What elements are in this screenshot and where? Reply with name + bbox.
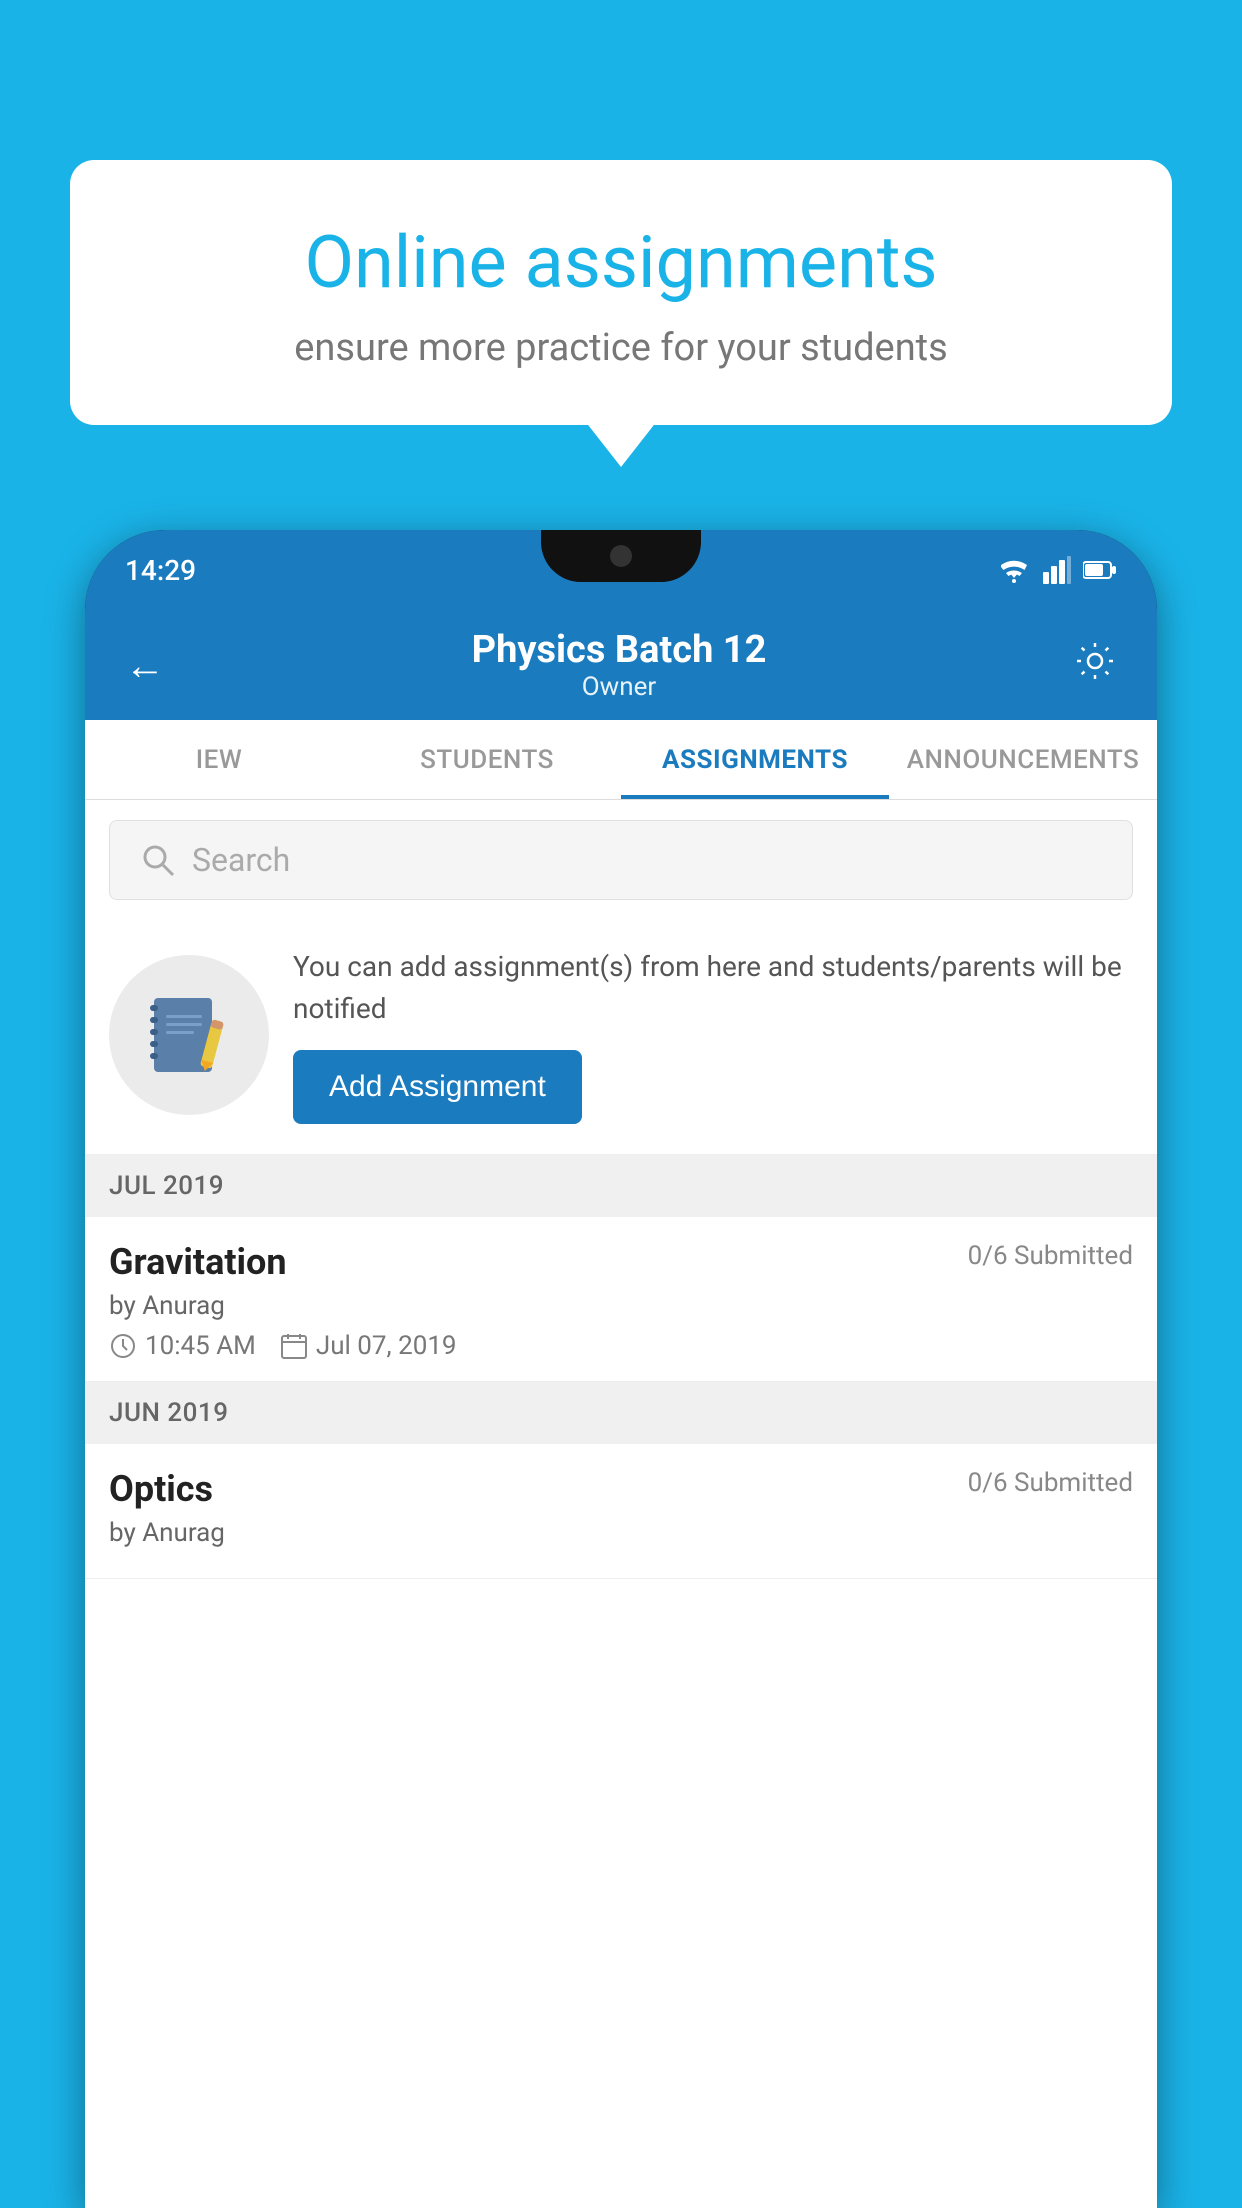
clock-icon: [109, 1332, 137, 1360]
assignment-submitted: 0/6 Submitted: [968, 1241, 1133, 1271]
search-placeholder: Search: [192, 841, 290, 879]
assignment-meta: 10:45 AM Jul 07, 2019: [109, 1331, 1133, 1361]
status-bar: 14:29: [85, 530, 1157, 610]
status-time: 14:29: [125, 554, 196, 587]
assignment-item-gravitation[interactable]: Gravitation 0/6 Submitted by Anurag 10:4…: [85, 1217, 1157, 1382]
search-bar[interactable]: Search: [109, 820, 1133, 900]
tab-iew[interactable]: IEW: [85, 720, 353, 799]
month-header-jul: JUL 2019: [85, 1155, 1157, 1217]
assignment-promo: You can add assignment(s) from here and …: [85, 916, 1157, 1155]
tab-bar: IEW STUDENTS ASSIGNMENTS ANNOUNCEMENTS: [85, 720, 1157, 800]
assignment-item-header-optics: Optics 0/6 Submitted: [109, 1468, 1133, 1510]
app-bar: ← Physics Batch 12 Owner: [85, 610, 1157, 720]
speech-bubble-container: Online assignments ensure more practice …: [70, 160, 1172, 425]
month-header-jun: JUN 2019: [85, 1382, 1157, 1444]
assignment-item-header: Gravitation 0/6 Submitted: [109, 1241, 1133, 1283]
phone-inner: ← Physics Batch 12 Owner IEW STUDENTS AS…: [85, 610, 1157, 2208]
content-area: Search: [85, 800, 1157, 2208]
phone-mockup: 14:29 ←: [85, 530, 1157, 2208]
assignment-item-optics[interactable]: Optics 0/6 Submitted by Anurag: [85, 1444, 1157, 1579]
status-icons: [997, 556, 1117, 584]
assignment-name: Gravitation: [109, 1241, 287, 1283]
promo-content: You can add assignment(s) from here and …: [293, 946, 1133, 1124]
app-bar-subtitle: Owner: [175, 672, 1063, 702]
tab-assignments[interactable]: ASSIGNMENTS: [621, 720, 889, 799]
assignment-by-optics: by Anurag: [109, 1518, 1133, 1548]
promo-text: You can add assignment(s) from here and …: [293, 946, 1133, 1030]
back-button[interactable]: ←: [115, 632, 175, 699]
assignment-time: 10:45 AM: [109, 1331, 256, 1361]
wifi-icon: [997, 556, 1031, 584]
phone-notch: [541, 530, 701, 582]
settings-button[interactable]: [1063, 629, 1127, 702]
gear-icon: [1073, 639, 1117, 683]
search-container: Search: [85, 800, 1157, 916]
add-assignment-button[interactable]: Add Assignment: [293, 1050, 582, 1124]
speech-bubble: Online assignments ensure more practice …: [70, 160, 1172, 425]
promo-icon-circle: [109, 955, 269, 1115]
app-bar-title: Physics Batch 12: [175, 628, 1063, 672]
assignment-date: Jul 07, 2019: [280, 1331, 457, 1361]
speech-bubble-title: Online assignments: [130, 220, 1112, 306]
search-icon: [140, 842, 176, 878]
assignment-submitted-optics: 0/6 Submitted: [968, 1468, 1133, 1498]
assignment-by: by Anurag: [109, 1291, 1133, 1321]
app-bar-title-section: Physics Batch 12 Owner: [175, 628, 1063, 702]
calendar-icon: [280, 1332, 308, 1360]
speech-bubble-subtitle: ensure more practice for your students: [130, 326, 1112, 370]
battery-icon: [1083, 560, 1117, 580]
camera-dot: [610, 545, 632, 567]
signal-icon: [1043, 556, 1071, 584]
notebook-icon: [144, 990, 234, 1080]
tab-students[interactable]: STUDENTS: [353, 720, 621, 799]
assignment-name-optics: Optics: [109, 1468, 213, 1510]
tab-announcements[interactable]: ANNOUNCEMENTS: [889, 720, 1157, 799]
